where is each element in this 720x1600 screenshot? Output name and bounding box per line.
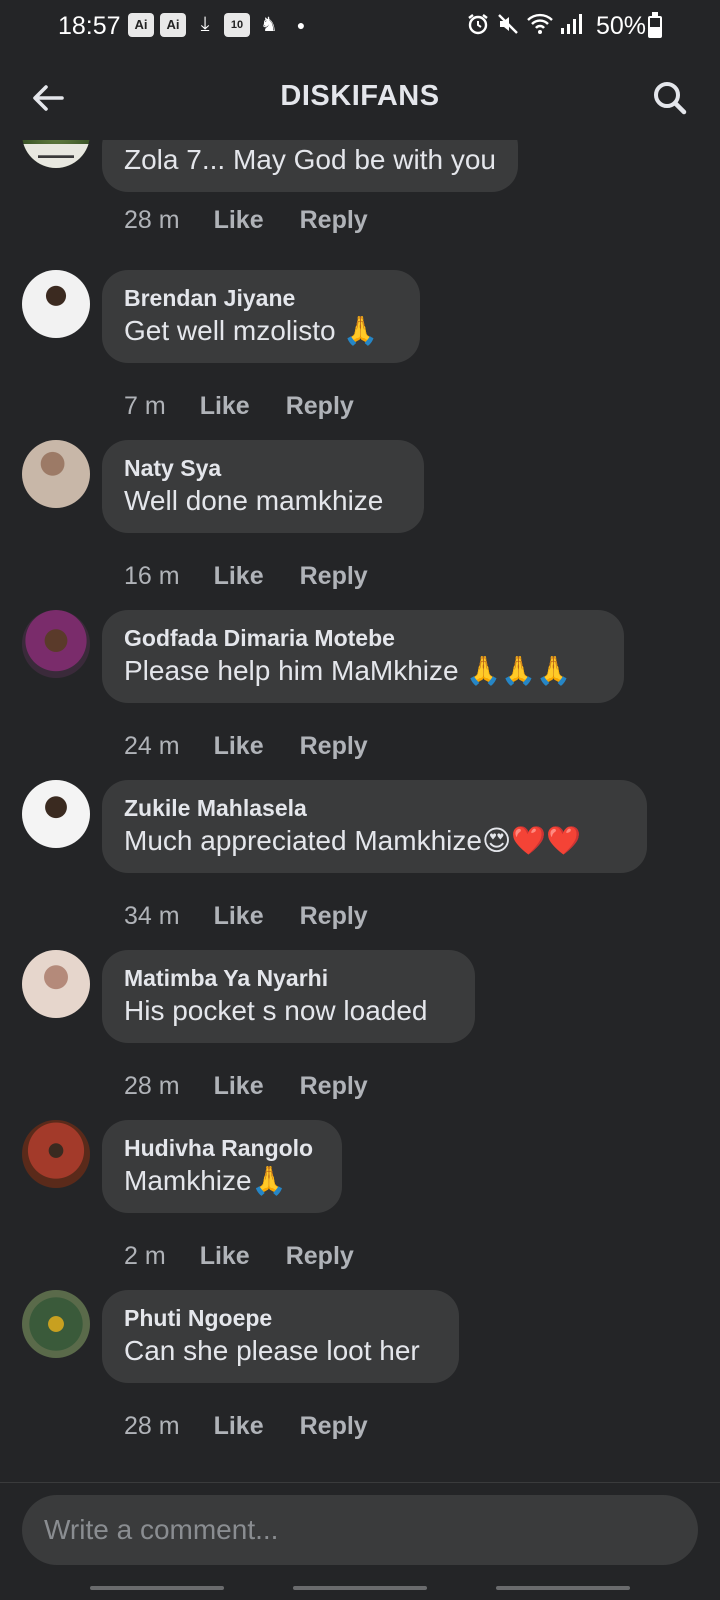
comment-bubble[interactable]: Naty Sya Well done mamkhize	[102, 440, 424, 533]
comment-text: Well done mamkhize	[124, 485, 384, 516]
search-icon	[654, 82, 687, 115]
comment-bubble[interactable]: Phuti Ngoepe Can she please loot her	[102, 1290, 459, 1383]
system-icons	[466, 12, 582, 36]
reply-button[interactable]: Reply	[300, 902, 368, 931]
comment-text: Please help him MaMkhize 🙏🙏🙏	[124, 655, 571, 686]
ai-app-icon: Ai	[128, 12, 154, 37]
comment: Matimba Ya Nyarhi His pocket s now loaded…	[0, 950, 720, 1120]
nav-home-handle[interactable]	[293, 1586, 427, 1590]
comment-bubble[interactable]: Godfada Dimaria Motebe Please help him Ma…	[102, 610, 624, 703]
avatar[interactable]: ▬▬▬▬	[22, 140, 90, 168]
comment: Brendan Jiyane Get well mzolisto 🙏 7 m Like…	[0, 270, 720, 440]
like-button[interactable]: Like	[214, 732, 264, 761]
reply-button[interactable]: Reply	[300, 1412, 368, 1441]
comment-text: Mamkhize🙏	[124, 1165, 287, 1196]
comment-bubble[interactable]: Hudivha Rangolo Mamkhize🙏	[102, 1120, 342, 1213]
reply-button[interactable]: Reply	[286, 392, 354, 421]
gesture-nav-bar	[0, 1578, 720, 1600]
like-button[interactable]: Like	[200, 1242, 250, 1271]
reply-button[interactable]: Reply	[300, 206, 368, 235]
comment-actions: 34 m Like Reply	[124, 902, 368, 931]
comment-bubble[interactable]: Matimba Ya Nyarhi His pocket s now loaded	[102, 950, 475, 1043]
comment-text: Zola 7... May God be with you	[124, 144, 496, 175]
comment: Godfada Dimaria Motebe Please help him Ma…	[0, 610, 720, 780]
comment-actions: 28 m Like Reply	[124, 206, 368, 235]
reply-button[interactable]: Reply	[300, 732, 368, 761]
comment-text: His pocket s now loaded	[124, 995, 428, 1026]
more-notifications-dot: ●	[296, 16, 306, 33]
avatar[interactable]	[22, 610, 90, 678]
comment-input[interactable]	[22, 1495, 698, 1565]
battery-level	[650, 27, 660, 36]
avatar[interactable]	[22, 1120, 90, 1188]
comment-partial: ▬▬▬▬ Zola 7... May God be with you 28 m …	[0, 140, 720, 250]
reply-button[interactable]: Reply	[300, 1072, 368, 1101]
header: DISKIFANS	[0, 52, 720, 140]
comment-time[interactable]: 16 m	[124, 562, 180, 591]
comment-bubble[interactable]: Brendan Jiyane Get well mzolisto 🙏	[102, 270, 420, 363]
clock: 18:57	[58, 12, 121, 40]
ai-app-icon-2: Ai	[160, 12, 186, 37]
comment-author[interactable]: Zukile Mahlasela	[124, 793, 625, 823]
avatar[interactable]	[22, 270, 90, 338]
comment-author[interactable]: Phuti Ngoepe	[124, 1303, 437, 1333]
like-button[interactable]: Like	[214, 1072, 264, 1101]
comment: Hudivha Rangolo Mamkhize🙏 2 m Like Reply	[0, 1120, 720, 1290]
comment-author[interactable]: Naty Sya	[124, 453, 402, 483]
nav-recent-handle[interactable]	[90, 1586, 224, 1590]
like-button[interactable]: Like	[214, 1412, 264, 1441]
comment-time[interactable]: 28 m	[124, 1412, 180, 1441]
like-button[interactable]: Like	[200, 392, 250, 421]
search-button[interactable]	[646, 74, 694, 122]
avatar[interactable]	[22, 780, 90, 848]
comment-composer	[0, 1482, 720, 1600]
comment-actions: 28 m Like Reply	[124, 1412, 368, 1441]
comment-actions: 28 m Like Reply	[124, 1072, 368, 1101]
alarm-icon	[468, 14, 488, 35]
comment-actions: 7 m Like Reply	[124, 392, 354, 421]
reply-button[interactable]: Reply	[300, 562, 368, 591]
comment-time[interactable]: 7 m	[124, 392, 166, 421]
wifi-icon	[527, 13, 553, 34]
page-title: DISKIFANS	[280, 80, 440, 112]
comment-text: Get well mzolisto 🙏	[124, 315, 379, 346]
comment-text: Can she please loot her	[124, 1335, 420, 1366]
comment-actions: 16 m Like Reply	[124, 562, 368, 591]
comment-author[interactable]: Brendan Jiyane	[124, 283, 398, 313]
svg-text:▬▬▬▬: ▬▬▬▬	[38, 150, 74, 160]
comment-bubble[interactable]: Zola 7... May God be with you	[102, 140, 518, 192]
comment-author[interactable]: Hudivha Rangolo	[124, 1133, 320, 1163]
battery-percent: 50%	[596, 12, 647, 40]
like-button[interactable]: Like	[214, 562, 264, 591]
comment-time[interactable]: 2 m	[124, 1242, 166, 1271]
comment: Zukile Mahlasela Much appreciated Mamkhiz…	[0, 780, 720, 950]
notification-icons: Ai Ai ⤓ 10 ♞ ●	[128, 12, 314, 37]
comment-bubble[interactable]: Zukile Mahlasela Much appreciated Mamkhiz…	[102, 780, 647, 873]
comment-author[interactable]: Godfada Dimaria Motebe	[124, 623, 602, 653]
comment-text: Much appreciated Mamkhize😍❤️❤️	[124, 825, 581, 856]
comment-time[interactable]: 34 m	[124, 902, 180, 931]
mute-icon	[498, 14, 518, 34]
download-icon: ⤓	[200, 13, 210, 35]
comment-time[interactable]: 28 m	[124, 1072, 180, 1101]
comment-actions: 2 m Like Reply	[124, 1242, 354, 1271]
comment: Phuti Ngoepe Can she please loot her 28 m L…	[0, 1290, 720, 1460]
comment: Naty Sya Well done mamkhize 16 m Like Reply	[0, 440, 720, 610]
status-bar: 18:57 Ai Ai ⤓ 10 ♞ ● 50%	[0, 0, 720, 52]
calendar-icon: 10	[224, 12, 250, 37]
like-button[interactable]: Like	[214, 206, 264, 235]
comment-author[interactable]: Matimba Ya Nyarhi	[124, 963, 453, 993]
like-button[interactable]: Like	[214, 902, 264, 931]
signal-icon	[561, 14, 582, 34]
avatar[interactable]	[22, 440, 90, 508]
battery-icon	[648, 12, 662, 38]
reply-button[interactable]: Reply	[286, 1242, 354, 1271]
app-notification-icon: ♞	[260, 14, 278, 36]
comment-time[interactable]: 28 m	[124, 206, 180, 235]
avatar[interactable]	[22, 1290, 90, 1358]
comment-time[interactable]: 24 m	[124, 732, 180, 761]
comment-actions: 24 m Like Reply	[124, 732, 368, 761]
avatar[interactable]	[22, 950, 90, 1018]
nav-back-handle[interactable]	[496, 1586, 630, 1590]
